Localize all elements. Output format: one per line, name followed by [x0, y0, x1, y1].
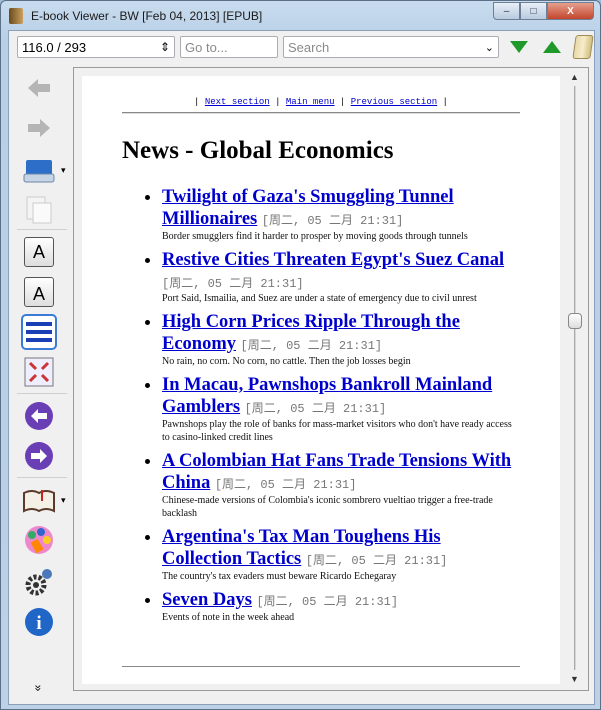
- article-date: [周二, 05 二月 21:31]: [240, 339, 383, 353]
- scroll-down-icon[interactable]: ▼: [570, 674, 579, 684]
- article-desc: Pawnshops play the role of banks for mas…: [162, 419, 512, 443]
- circle-arrow-right-icon: [25, 442, 53, 470]
- article-desc: No rain, no corn. No corn, no cattle. Th…: [162, 356, 411, 367]
- book-page: | Next section | Main menu | Previous se…: [82, 76, 560, 684]
- find-next-icon[interactable]: [510, 41, 528, 53]
- list-item: Twilight of Gaza's Smuggling Tunnel Mill…: [162, 186, 522, 243]
- previous-section-link[interactable]: Previous section: [351, 97, 437, 107]
- list-item: A Colombian Hat Fans Trade Tensions With…: [162, 450, 522, 520]
- back-button[interactable]: [21, 71, 57, 105]
- main-menu-link[interactable]: Main menu: [286, 97, 335, 107]
- goto-input[interactable]: Go to...: [180, 36, 278, 58]
- spin-arrows-icon[interactable]: ⇕: [160, 40, 170, 54]
- minimize-button[interactable]: –: [493, 2, 520, 20]
- bottom-divider: [122, 666, 520, 667]
- app-icon: [9, 8, 23, 24]
- forward-button[interactable]: [21, 111, 57, 145]
- article-date: [周二, 05 二月 21:31]: [305, 554, 448, 568]
- info-icon: i: [25, 608, 53, 636]
- toolbar: 116.0 / 293 ⇕ Go to... Search ⌄: [9, 31, 594, 63]
- font-smaller-icon: A: [24, 277, 54, 307]
- article-date: [周二, 05 二月 21:31]: [256, 595, 399, 609]
- list-item: High Corn Prices Ripple Through the Econ…: [162, 311, 522, 368]
- article-desc: Port Said, Ismailia, and Suez are under …: [162, 293, 477, 304]
- scroll-thumb[interactable]: [568, 313, 582, 330]
- bookmarks-button[interactable]: [21, 483, 57, 517]
- more-tools-icon[interactable]: »: [31, 685, 45, 692]
- article-date: [周二, 05 二月 21:31]: [261, 214, 404, 228]
- article-desc: Chinese-made versions of Colombia's icon…: [162, 495, 493, 519]
- article-desc: The country's tax evaders must beware Ri…: [162, 571, 397, 582]
- list-item: Argentina's Tax Man Toughens His Collect…: [162, 526, 522, 583]
- article-desc: Border smugglers find it harder to prosp…: [162, 231, 468, 242]
- font-larger-icon: A: [24, 237, 54, 267]
- list-item: Restive Cities Threaten Egypt's Suez Can…: [162, 249, 522, 305]
- bookmarks-dropdown-icon[interactable]: ▾: [61, 495, 66, 506]
- printer-icon: [23, 160, 55, 183]
- search-combobox[interactable]: Search ⌄: [283, 36, 499, 58]
- metadata-button[interactable]: i: [21, 605, 57, 639]
- article-date: [周二, 05 二月 21:31]: [162, 277, 304, 291]
- next-section-link[interactable]: Next section: [205, 97, 270, 107]
- article-desc: Events of note in the week ahead: [162, 612, 295, 623]
- close-button[interactable]: X: [547, 2, 594, 20]
- copy-icon: [26, 196, 52, 224]
- arrow-right-icon: [28, 119, 50, 137]
- next-page-button[interactable]: [21, 439, 57, 473]
- fullscreen-button[interactable]: [21, 355, 57, 389]
- scroll-up-icon[interactable]: ▲: [570, 72, 579, 82]
- reference-mode-button[interactable]: [21, 523, 57, 557]
- article-date: [周二, 05 二月 21:31]: [244, 402, 387, 416]
- article-link[interactable]: Restive Cities Threaten Egypt's Suez Can…: [162, 250, 504, 270]
- svg-text:i: i: [36, 613, 41, 634]
- title-bar: E-book Viewer - BW [Feb 04, 2013] [EPUB]: [9, 6, 262, 26]
- article-link[interactable]: Seven Days: [162, 590, 252, 610]
- list-item: Seven Days [周二, 05 二月 21:31] Events of no…: [162, 589, 522, 624]
- preferences-button[interactable]: [21, 565, 57, 599]
- book-icon: [23, 490, 55, 513]
- palette-icon: [25, 526, 53, 554]
- circle-arrow-left-icon: [25, 402, 53, 430]
- article-date: [周二, 05 二月 21:31]: [214, 478, 357, 492]
- copy-button[interactable]: [21, 193, 57, 227]
- font-smaller-button[interactable]: A: [21, 275, 57, 309]
- document-view: | Next section | Main menu | Previous se…: [73, 67, 589, 691]
- ebook-viewer-window: E-book Viewer - BW [Feb 04, 2013] [EPUB]…: [0, 0, 601, 710]
- fullscreen-icon: [24, 357, 54, 387]
- article-list: Twilight of Gaza's Smuggling Tunnel Mill…: [162, 186, 522, 624]
- toc-lines-icon: [21, 314, 57, 350]
- window-title: E-book Viewer - BW [Feb 04, 2013] [EPUB]: [31, 9, 263, 23]
- position-value: 116.0 / 293: [22, 39, 87, 55]
- page-heading: News - Global Economics: [122, 137, 394, 164]
- search-placeholder: Search: [288, 39, 330, 55]
- previous-page-button[interactable]: [21, 399, 57, 433]
- print-dropdown-icon[interactable]: ▾: [61, 165, 66, 176]
- font-larger-button[interactable]: A: [21, 235, 57, 269]
- gear-icon: [25, 569, 52, 596]
- toc-button[interactable]: [21, 314, 57, 350]
- divider: [122, 112, 520, 114]
- vertical-scrollbar[interactable]: ▲ ▼: [566, 72, 584, 684]
- find-previous-icon[interactable]: [543, 41, 561, 53]
- print-button[interactable]: [21, 153, 57, 187]
- goto-placeholder: Go to...: [185, 39, 228, 55]
- list-item: In Macau, Pawnshops Bankroll Mainland Ga…: [162, 374, 522, 444]
- maximize-button[interactable]: □: [520, 2, 547, 20]
- arrow-left-icon: [28, 79, 50, 97]
- chevron-down-icon: ⌄: [484, 41, 494, 54]
- scroll-toc-icon[interactable]: [572, 35, 594, 59]
- section-nav: | Next section | Main menu | Previous se…: [194, 97, 448, 107]
- position-spinbox[interactable]: 116.0 / 293 ⇕: [17, 36, 175, 58]
- sidebar: ▾ A A ▾ i »: [13, 67, 69, 703]
